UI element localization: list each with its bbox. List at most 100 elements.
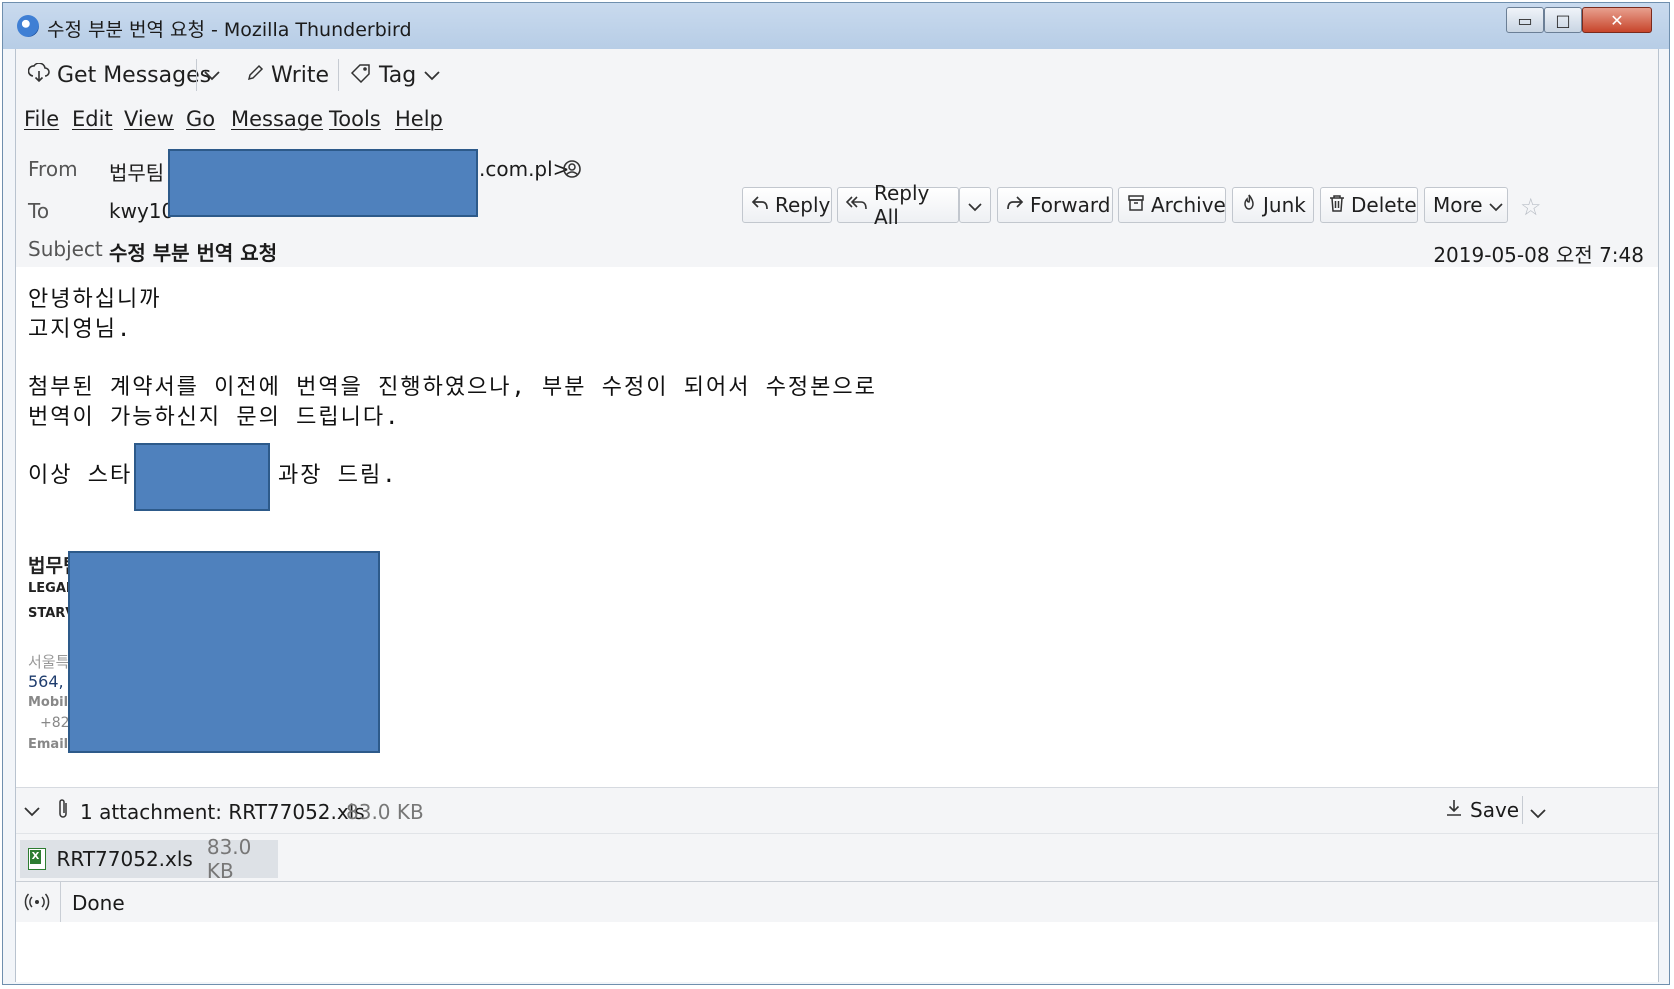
body-line: 첨부된 계약서를 이전에 번역을 진행하였으나, 부분 수정이 되어서 수정본으… [28, 375, 877, 400]
get-messages-button[interactable]: Get Messages [27, 61, 212, 89]
junk-label: Junk [1263, 193, 1306, 217]
activity-icon[interactable] [24, 892, 50, 916]
flame-icon [1241, 194, 1257, 217]
minimize-icon: ▭ [1517, 10, 1533, 30]
save-label: Save [1470, 798, 1520, 822]
message-date: 2019-05-08 오전 7:48 [1433, 243, 1644, 267]
contact-icon[interactable] [562, 159, 582, 183]
reply-all-button[interactable]: Reply All [837, 181, 959, 229]
menu-edit[interactable]: Edit [72, 107, 113, 131]
save-button[interactable]: Save [1446, 798, 1519, 822]
chevron-down-icon [968, 193, 982, 217]
thunderbird-icon [17, 15, 39, 37]
window-frame: 수정 부분 번역 요청 - Mozilla Thunderbird ▭ □ ✕ … [2, 2, 1670, 985]
redaction-box [68, 551, 380, 753]
body-line: 과장 드림. [278, 463, 398, 488]
delete-button[interactable]: Delete [1320, 187, 1418, 223]
menu-tools[interactable]: Tools [329, 107, 381, 131]
forward-label: Forward [1030, 193, 1111, 217]
reply-all-dropdown[interactable] [959, 187, 991, 223]
attachment-list: RRT77052.xls 83.0 KB [16, 833, 1658, 883]
menu-view[interactable]: View [124, 107, 174, 131]
redaction-box [134, 443, 270, 511]
save-dropdown[interactable] [1530, 804, 1546, 823]
to-address[interactable]: kwy10 [109, 199, 174, 223]
toggle-attachments[interactable] [24, 802, 40, 821]
get-messages-dropdown[interactable] [204, 61, 220, 89]
signature-email-label: Email [28, 737, 69, 752]
status-bar: Done [16, 881, 1658, 922]
tag-label: Tag [379, 62, 417, 88]
message-header: From 법무팀 .com.pl> To kwy10 Subject 수정 부분… [16, 141, 1658, 268]
signature-mobile-label: Mobil [28, 695, 69, 710]
reply-all-label: Reply All [874, 181, 930, 229]
to-label: To [28, 199, 50, 223]
chevron-down-icon [1488, 193, 1503, 217]
menu-go[interactable]: Go [186, 107, 215, 131]
window-title: 수정 부분 번역 요청 - Mozilla Thunderbird [47, 19, 412, 41]
reply-label: Reply [775, 193, 831, 217]
chevron-down-icon [424, 66, 440, 85]
mail-toolbar: Get Messages Write Tag [16, 49, 1658, 102]
attachment-file-size: 83.0 KB [206, 835, 252, 883]
status-text: Done [72, 891, 125, 915]
from-name[interactable]: 법무팀 [109, 157, 164, 186]
attachment-item[interactable]: RRT77052.xls 83.0 KB [20, 835, 278, 883]
main-content: Get Messages Write Tag File Edit View Go… [15, 49, 1659, 982]
from-address-end[interactable]: .com.pl> [479, 157, 569, 181]
body-line: 안녕하십니까 [28, 287, 162, 312]
toolbar-separator [338, 59, 339, 91]
download-cloud-icon [27, 61, 50, 88]
reply-button[interactable]: Reply [742, 187, 832, 223]
junk-button[interactable]: Junk [1232, 187, 1314, 223]
get-messages-label: Get Messages [57, 62, 212, 88]
maximize-icon: □ [1555, 10, 1571, 30]
archive-label: Archive [1151, 193, 1226, 217]
reply-all-icon [845, 195, 868, 216]
star-icon[interactable]: ☆ [1520, 193, 1542, 221]
body-line: 이상 스타 [28, 463, 133, 488]
more-button[interactable]: More [1424, 187, 1508, 223]
body-line: 번역이 가능하신지 문의 드립니다. [28, 405, 401, 430]
tag-button[interactable]: Tag [350, 61, 440, 89]
signature-mobile: +82 [40, 715, 70, 731]
toolbar-separator [196, 59, 197, 91]
attachment-file-name: RRT77052.xls [56, 847, 193, 871]
subject-label: Subject [28, 237, 103, 261]
attachment-bar: 1 attachment: RRT77052.xls 83.0 KB Save [16, 787, 1658, 834]
archive-button[interactable]: Archive [1118, 187, 1226, 223]
excel-file-icon [28, 848, 47, 870]
menu-message[interactable]: Message [231, 107, 323, 131]
title-bar: 수정 부분 번역 요청 - Mozilla Thunderbird ▭ □ ✕ [3, 3, 1669, 49]
download-icon [1446, 798, 1462, 822]
write-button[interactable]: Write [246, 61, 329, 89]
menu-help[interactable]: Help [395, 107, 443, 131]
message-body: 안녕하십니까 고지영님. 첨부된 계약서를 이전에 번역을 진행하였으나, 부분… [16, 267, 1658, 787]
close-button[interactable]: ✕ [1582, 7, 1652, 33]
body-line: 고지영님. [28, 317, 133, 342]
subject-value: 수정 부분 번역 요청 [109, 241, 278, 265]
pencil-icon [246, 63, 264, 87]
menu-file[interactable]: File [24, 107, 59, 131]
save-separator [1522, 796, 1523, 824]
maximize-button[interactable]: □ [1544, 7, 1582, 33]
trash-icon [1329, 194, 1345, 217]
reply-icon [751, 195, 769, 216]
tag-icon [350, 63, 372, 88]
paperclip-icon [56, 797, 70, 825]
menu-bar: File Edit View Go Message Tools Help [16, 101, 1658, 141]
attachment-summary-size: 83.0 KB [346, 800, 424, 824]
attachment-summary[interactable]: 1 attachment: RRT77052.xls [80, 800, 365, 824]
status-separator [60, 882, 61, 922]
archive-icon [1127, 194, 1145, 217]
write-label: Write [271, 62, 330, 88]
signature-address: 서울특 [28, 653, 70, 671]
delete-label: Delete [1351, 193, 1417, 217]
forward-icon [1006, 195, 1024, 216]
minimize-button[interactable]: ▭ [1506, 7, 1544, 33]
chevron-down-icon [204, 66, 220, 85]
forward-button[interactable]: Forward [997, 187, 1113, 223]
from-label: From [28, 157, 78, 181]
more-label: More [1433, 193, 1483, 217]
redaction-box [168, 149, 478, 217]
